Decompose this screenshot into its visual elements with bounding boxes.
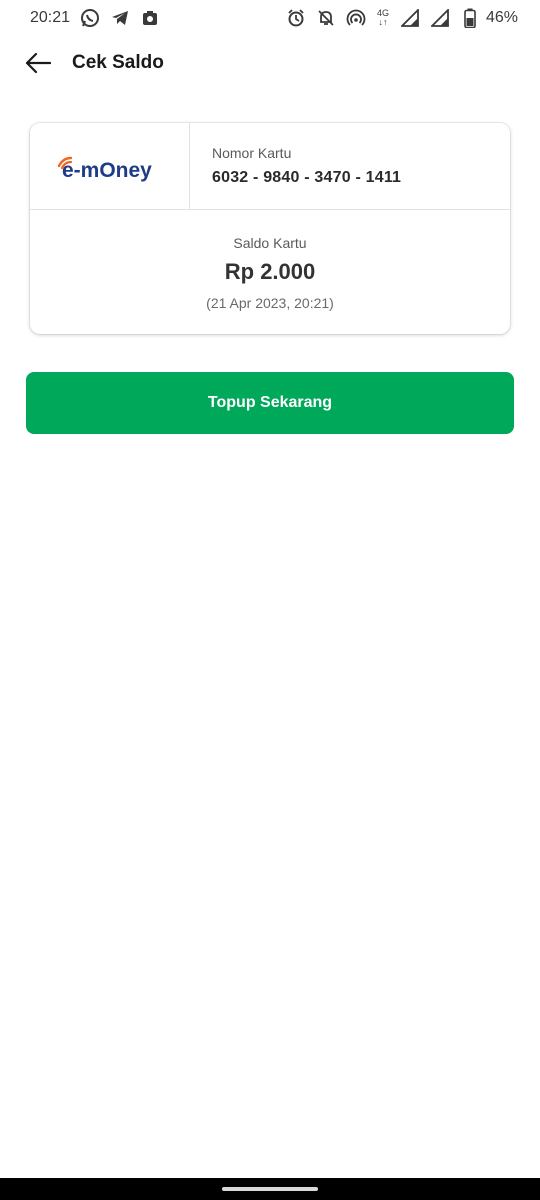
- card-details-row: e-mOney Nomor Kartu 6032 - 9840 - 3470 -…: [30, 123, 510, 210]
- battery-percent: 46%: [485, 9, 518, 26]
- home-indicator[interactable]: [222, 1187, 318, 1191]
- status-right: 4G ↓↑ 46%: [286, 8, 518, 28]
- whatsapp-icon: [80, 8, 100, 28]
- back-button[interactable]: [14, 40, 62, 86]
- camera-app-icon: [140, 8, 160, 28]
- status-left: 20:21: [30, 8, 160, 28]
- status-time: 20:21: [30, 9, 71, 26]
- card-number: 6032 - 9840 - 3470 - 1411: [212, 169, 402, 186]
- signal-icon: [400, 8, 420, 28]
- emoney-logo-mark: e-mOney: [57, 156, 152, 182]
- card-number-label: Nomor Kartu: [212, 145, 292, 161]
- battery-icon: [460, 8, 480, 28]
- app-header: Cek Saldo: [0, 40, 540, 86]
- balance-value: Rp 2.000: [224, 259, 316, 284]
- navigation-bar: [0, 1178, 540, 1200]
- emoney-logo-text: e-mOney: [62, 159, 152, 182]
- network-type: 4G ↓↑: [376, 8, 389, 27]
- signal-icon: [430, 8, 450, 28]
- card-info: Nomor Kartu 6032 - 9840 - 3470 - 1411: [190, 123, 510, 209]
- arrow-left-icon: [25, 52, 52, 74]
- page-title: Cek Saldo: [72, 52, 164, 73]
- balance-section: Saldo Kartu Rp 2.000 (21 Apr 2023, 20:21…: [30, 211, 510, 334]
- status-bar: 20:21 4G ↓↑ 46%: [0, 0, 540, 36]
- card-balance-panel: e-mOney Nomor Kartu 6032 - 9840 - 3470 -…: [30, 123, 510, 334]
- balance-timestamp: (21 Apr 2023, 20:21): [206, 295, 334, 311]
- hotspot-icon: [346, 8, 366, 28]
- emoney-logo: e-mOney: [30, 123, 190, 210]
- notifications-off-icon: [316, 8, 336, 28]
- telegram-icon: [110, 8, 130, 28]
- balance-label: Saldo Kartu: [233, 235, 307, 251]
- alarm-icon: [286, 8, 306, 28]
- topup-button[interactable]: Topup Sekarang: [26, 372, 514, 434]
